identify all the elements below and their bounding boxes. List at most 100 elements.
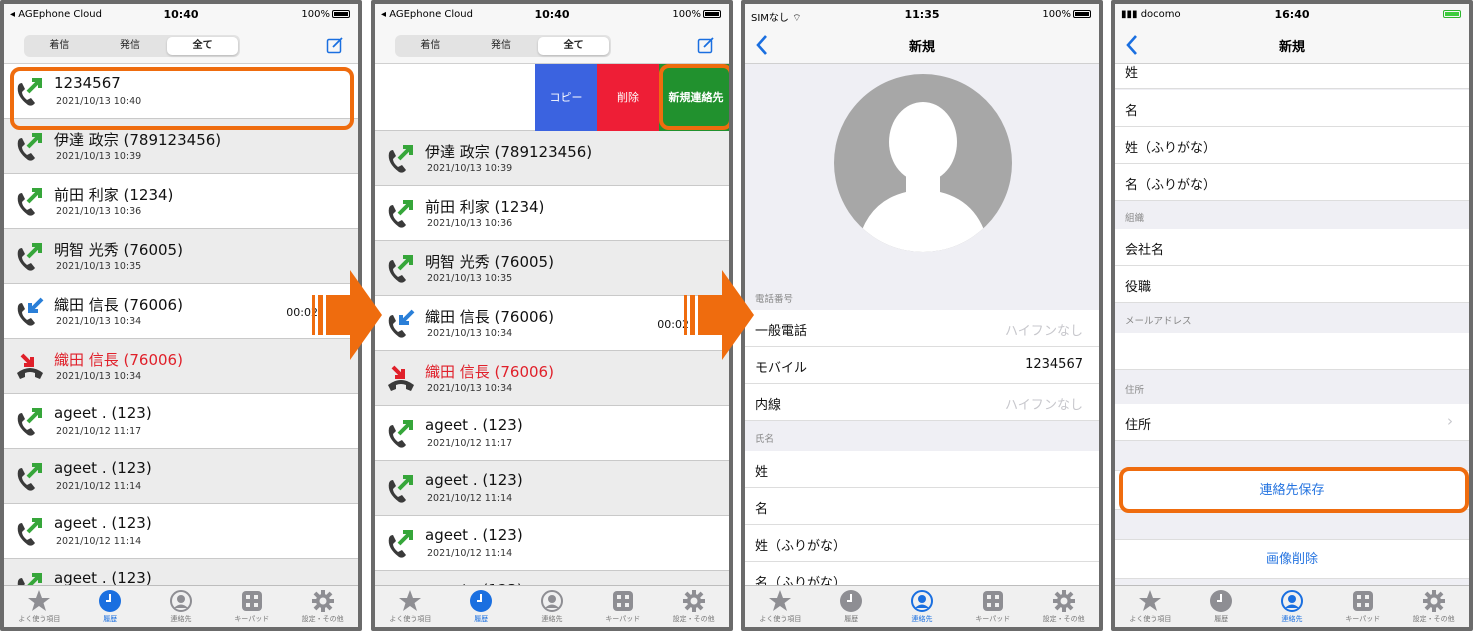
field-placeholder[interactable]: ハイフンなし: [1005, 394, 1083, 413]
call-datetime: 2021/10/13 10:34: [56, 316, 142, 327]
tab-label: 履歴: [844, 615, 859, 623]
segment-all[interactable]: 全て: [538, 37, 610, 55]
form-field-row[interactable]: 名: [1115, 90, 1469, 127]
clock-icon: [1210, 590, 1233, 612]
star-icon: [399, 590, 422, 611]
call-history-row[interactable]: 前田 利家 (1234) 2021/10/13 10:36: [375, 186, 729, 241]
tab-keypad[interactable]: キーパッド: [216, 586, 287, 627]
highlight-frame: [1119, 467, 1469, 513]
tab-label: 連絡先: [1281, 615, 1303, 623]
tab-keypad[interactable]: キーパッド: [1327, 586, 1398, 627]
tab-history[interactable]: 履歴: [1186, 586, 1257, 627]
avatar-area: [745, 64, 1099, 290]
form-field-row[interactable]: 姓（ふりがな）: [745, 525, 1099, 562]
call-history-row[interactable]: 明智 光秀 (76005) 2021/10/13 10:35: [4, 229, 358, 284]
tab-label: 連絡先: [541, 615, 563, 623]
tab-history[interactable]: 履歴: [446, 586, 517, 627]
outgoing-call-icon: [17, 408, 42, 436]
tab-contacts[interactable]: 連絡先: [887, 586, 958, 627]
status-bar: SIMなし ⌔ 11:35 100%: [745, 4, 1099, 26]
compose-icon[interactable]: [697, 36, 715, 54]
call-history-row[interactable]: 前田 利家 (1234) 2021/10/13 10:36: [4, 174, 358, 229]
tab-settings[interactable]: 設定・その他: [1028, 586, 1099, 627]
field-label: 姓: [1125, 66, 1139, 81]
tab-contacts[interactable]: 連絡先: [146, 586, 217, 627]
call-datetime: 2021/10/13 10:34: [427, 328, 513, 339]
highlight-frame: [659, 64, 729, 130]
call-history-row[interactable]: 伊達 政宗 (789123456) 2021/10/13 10:39: [375, 131, 729, 186]
tab-label: キーパッド: [234, 615, 270, 623]
battery-icon: [332, 10, 350, 18]
tab-favorites[interactable]: よく使う項目: [375, 586, 446, 627]
form-field-row[interactable]: 一般電話 ハイフンなし: [745, 310, 1099, 347]
segment-outgoing[interactable]: 発信: [466, 35, 537, 57]
tab-settings[interactable]: 設定・その他: [1398, 586, 1469, 627]
tab-settings[interactable]: 設定・その他: [658, 586, 729, 627]
call-history-row[interactable]: 織田 信長 (76006) 2021/10/13 10:34: [4, 339, 358, 394]
delete-image-button[interactable]: 画像削除: [1115, 539, 1469, 579]
next-step-arrow-icon: [312, 270, 382, 360]
form-field-row[interactable]: 姓（ふりがな）: [1115, 127, 1469, 164]
tab-favorites[interactable]: よく使う項目: [1115, 586, 1186, 627]
highlight-frame: [10, 67, 354, 130]
caller-name: 前田 利家 (1234): [425, 198, 545, 216]
tab-keypad[interactable]: キーパッド: [587, 586, 658, 627]
screen-new-contact-bottom: 姓名姓（ふりがな） 名（ふりがな） 組織 会社名 役職 メールアドレス 住所 住所 › 連絡先保存…: [1111, 0, 1473, 631]
call-datetime: 2021/10/12 11:14: [56, 481, 142, 492]
clock: 16:40: [1274, 8, 1310, 21]
field-label: モバイル: [755, 361, 808, 376]
delete-button[interactable]: 削除: [597, 64, 659, 131]
form-field-row[interactable]: 役職: [1115, 266, 1469, 303]
tab-keypad[interactable]: キーパッド: [957, 586, 1028, 627]
tab-contacts[interactable]: 連絡先: [517, 586, 588, 627]
tab-contacts[interactable]: 連絡先: [1257, 586, 1328, 627]
person-silhouette-icon: [856, 102, 990, 252]
field-value[interactable]: 1234567: [1025, 357, 1083, 372]
call-history-list: 1234567 2021/10/13 10:40 伊達 政宗 (789123456)…: [4, 64, 358, 614]
gear-icon: [311, 590, 334, 612]
call-history-row[interactable]: ageet . (123) 2021/10/12 11:14: [375, 516, 729, 571]
tab-favorites[interactable]: よく使う項目: [745, 586, 816, 627]
tab-bar: よく使う項目 履歴 連絡先 キーパッド 設定・その他: [745, 585, 1099, 627]
tab-history[interactable]: 履歴: [816, 586, 887, 627]
caller-name: ageet . (123): [425, 416, 523, 434]
star-icon: [28, 590, 51, 611]
form-field-row[interactable]: 内線 ハイフンなし: [745, 384, 1099, 421]
form-field-row[interactable]: 住所 ›: [1115, 404, 1469, 441]
form-field-row[interactable]: モバイル 1234567: [745, 347, 1099, 384]
call-history-row[interactable]: ageet . (123) 2021/10/12 11:14: [4, 449, 358, 504]
call-history-row[interactable]: 織田 信長 (76006) 2021/10/13 10:34 00:02: [4, 284, 358, 339]
form-field-row[interactable]: 名（ふりがな）: [1115, 164, 1469, 201]
caller-name: 織田 信長 (76006): [54, 296, 183, 314]
segment-incoming[interactable]: 着信: [395, 35, 466, 57]
call-history-row[interactable]: 明智 光秀 (76005) 2021/10/13 10:35: [375, 241, 729, 296]
field-label: 内線: [755, 398, 782, 413]
field-placeholder[interactable]: ハイフンなし: [1005, 320, 1083, 339]
outgoing-call-icon: [17, 243, 42, 271]
tab-label: よく使う項目: [18, 615, 61, 623]
form-field-row[interactable]: 姓: [745, 451, 1099, 488]
tab-favorites[interactable]: よく使う項目: [4, 586, 75, 627]
compose-icon[interactable]: [326, 36, 344, 54]
copy-button[interactable]: コピー: [535, 64, 597, 131]
status-bar: ◂ AGEphone Cloud 10:40 100%: [4, 4, 358, 26]
call-history-row[interactable]: ageet . (123) 2021/10/12 11:14: [375, 461, 729, 516]
tab-history[interactable]: 履歴: [75, 586, 146, 627]
call-history-row[interactable]: 織田 信長 (76006) 2021/10/13 10:34 00:02: [375, 296, 729, 351]
call-history-row[interactable]: ageet . (123) 2021/10/12 11:17: [4, 394, 358, 449]
tab-settings[interactable]: 設定・その他: [287, 586, 358, 627]
caller-name: ageet . (123): [54, 404, 152, 422]
call-history-row[interactable]: 織田 信長 (76006) 2021/10/13 10:34: [375, 351, 729, 406]
call-datetime: 2021/10/12 11:14: [427, 548, 513, 559]
email-field[interactable]: [1115, 333, 1469, 370]
call-history-row[interactable]: ageet . (123) 2021/10/12 11:17: [375, 406, 729, 461]
segment-incoming[interactable]: 着信: [24, 35, 95, 57]
segment-outgoing[interactable]: 発信: [95, 35, 166, 57]
status-bar: ◂ AGEphone Cloud 10:40 100%: [375, 4, 729, 26]
call-history-row[interactable]: ageet . (123) 2021/10/12 11:14: [4, 504, 358, 559]
segment-all[interactable]: 全て: [167, 37, 239, 55]
call-datetime: 2021/10/13 10:39: [427, 163, 513, 174]
avatar-placeholder[interactable]: [834, 74, 1012, 252]
form-field-row[interactable]: 名: [745, 488, 1099, 525]
form-field-row[interactable]: 会社名: [1115, 229, 1469, 266]
